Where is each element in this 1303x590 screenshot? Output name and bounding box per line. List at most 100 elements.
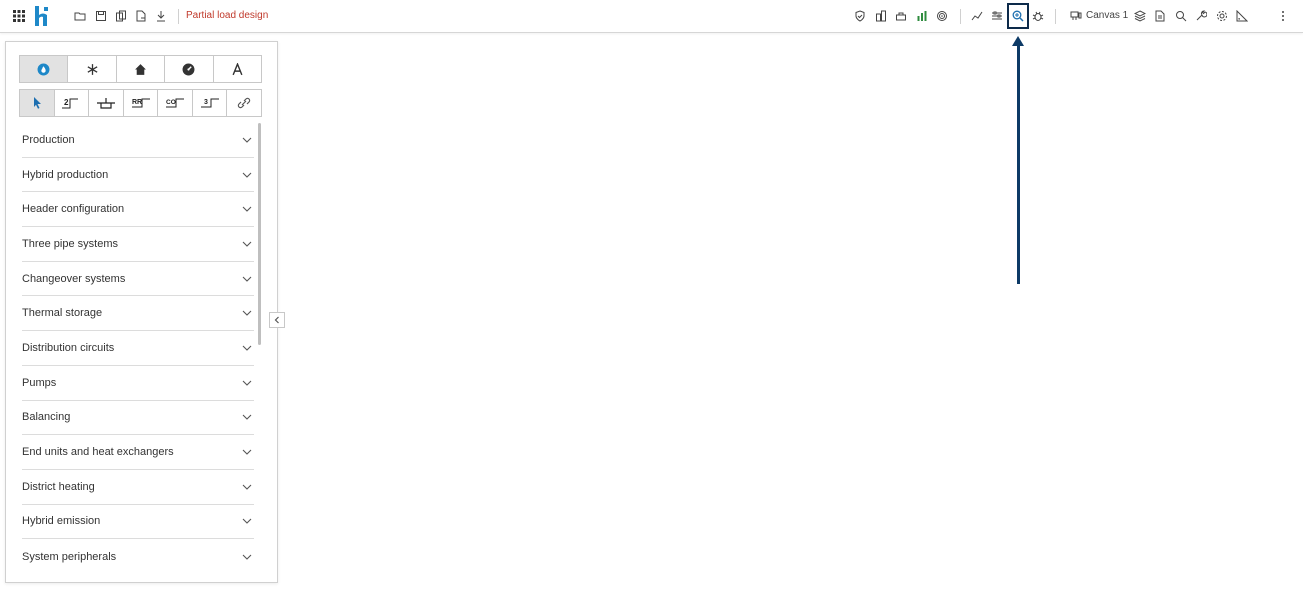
header-pipe-icon [96,98,115,109]
category-label: District heating [22,480,95,493]
document-title: Partial load design [186,10,269,21]
co-pipe-icon: CO [166,98,185,108]
line-chart-icon[interactable] [969,8,985,24]
chevron-down-icon[interactable] [242,170,252,180]
toolbar-divider [960,9,961,24]
ruler-triangle-icon[interactable] [1234,8,1250,24]
tab-gauge[interactable] [165,56,214,82]
chevron-down-icon[interactable] [242,412,252,422]
three-pipe-tool[interactable]: 3 [193,90,228,116]
building-icon[interactable] [873,8,889,24]
apps-grid-icon[interactable] [11,8,27,24]
chevron-down-icon[interactable] [242,204,252,214]
category-label: Hybrid production [22,168,109,181]
category-item[interactable]: Hybrid emission [22,505,254,540]
link-tool[interactable] [227,90,261,116]
layers-icon[interactable] [1132,8,1148,24]
category-item[interactable]: District heating [22,470,254,505]
category-list: Production Hybrid production Header config… [22,123,254,574]
bug-icon[interactable] [1030,8,1046,24]
sliders-icon[interactable] [989,8,1005,24]
category-label: Distribution circuits [22,341,115,354]
toolbar-divider [1055,9,1056,24]
scrollbar[interactable] [258,123,261,345]
category-label: Hybrid emission [22,515,101,528]
collapse-panel-button[interactable] [269,312,285,328]
svg-text:3: 3 [204,99,208,106]
svg-text:2: 2 [64,98,69,107]
category-label: Balancing [22,411,71,424]
category-label: Three pipe systems [22,237,118,250]
components-panel: 2 RR CO 3 Production Hybrid production Hea… [5,41,278,583]
chevron-down-icon[interactable] [242,239,252,249]
flame-icon [37,63,50,75]
category-item[interactable]: Production [22,123,254,158]
chevron-down-icon[interactable] [242,274,252,284]
category-item[interactable]: Distribution circuits [22,331,254,366]
chevron-left-icon [274,316,279,324]
category-label: System peripherals [22,550,117,563]
drawing-tools: 2 RR CO 3 [19,89,262,117]
category-label: Pumps [22,376,57,389]
category-item[interactable]: Three pipe systems [22,227,254,262]
app-logo[interactable] [33,6,51,26]
annotation-arrow [1017,42,1020,284]
category-item[interactable]: End units and heat exchangers [22,435,254,470]
canvas-selector[interactable]: Canvas 1 [1086,10,1128,21]
copy-icon[interactable] [113,8,129,24]
category-label: Header configuration [22,203,125,216]
tab-text[interactable] [213,56,262,82]
download-icon[interactable] [153,8,169,24]
highlight-box [1007,3,1029,29]
header-tool[interactable] [89,90,124,116]
chevron-down-icon[interactable] [242,378,252,388]
link-icon [238,97,251,109]
category-item[interactable]: Hybrid production [22,158,254,193]
return-pipe-tool[interactable]: RR [124,90,159,116]
changeover-pipe-tool[interactable]: CO [158,90,193,116]
rr-pipe-icon: RR [131,98,150,108]
tab-building[interactable] [116,56,166,82]
category-item[interactable]: Balancing [22,401,254,436]
bar-chart-icon[interactable] [914,8,930,24]
text-icon [232,62,243,75]
export-file-icon[interactable] [133,8,149,24]
category-item[interactable]: Pumps [22,366,254,401]
two-pipe-icon: 2 [62,98,79,109]
wrench-icon[interactable] [1193,8,1209,24]
category-item[interactable]: Header configuration [22,192,254,228]
category-label: Changeover systems [22,272,126,285]
tab-heating[interactable] [20,56,69,82]
chevron-down-icon[interactable] [242,552,252,562]
gear-icon[interactable] [1214,8,1230,24]
shield-check-icon[interactable] [852,8,868,24]
chevron-down-icon[interactable] [242,447,252,457]
category-label: Thermal storage [22,307,103,320]
target-icon[interactable] [934,8,950,24]
more-vertical-icon[interactable] [1275,8,1291,24]
tab-cooling[interactable] [68,56,117,82]
search-icon[interactable] [1173,8,1189,24]
chevron-down-icon[interactable] [242,516,252,526]
boiler-icon[interactable] [893,8,909,24]
chevron-down-icon[interactable] [242,343,252,353]
svg-text:CO: CO [166,99,176,106]
chevron-down-icon[interactable] [242,308,252,318]
canvas-icon[interactable] [1068,8,1084,24]
chevron-down-icon[interactable] [242,482,252,492]
two-pipe-tool[interactable]: 2 [55,90,90,116]
category-label: Production [22,133,75,146]
gauge-icon [182,63,195,75]
open-folder-icon[interactable] [72,8,88,24]
select-tool[interactable] [20,90,55,116]
pointer-icon [33,97,41,109]
category-item[interactable]: Thermal storage [22,296,254,332]
home-icon [135,63,146,75]
save-icon[interactable] [93,8,109,24]
snowflake-icon [87,63,98,75]
document-icon[interactable] [1152,8,1168,24]
chevron-down-icon[interactable] [242,135,252,145]
category-item[interactable]: Changeover systems [22,262,254,297]
category-item[interactable]: System peripherals [22,539,254,574]
svg-text:RR: RR [132,99,142,106]
